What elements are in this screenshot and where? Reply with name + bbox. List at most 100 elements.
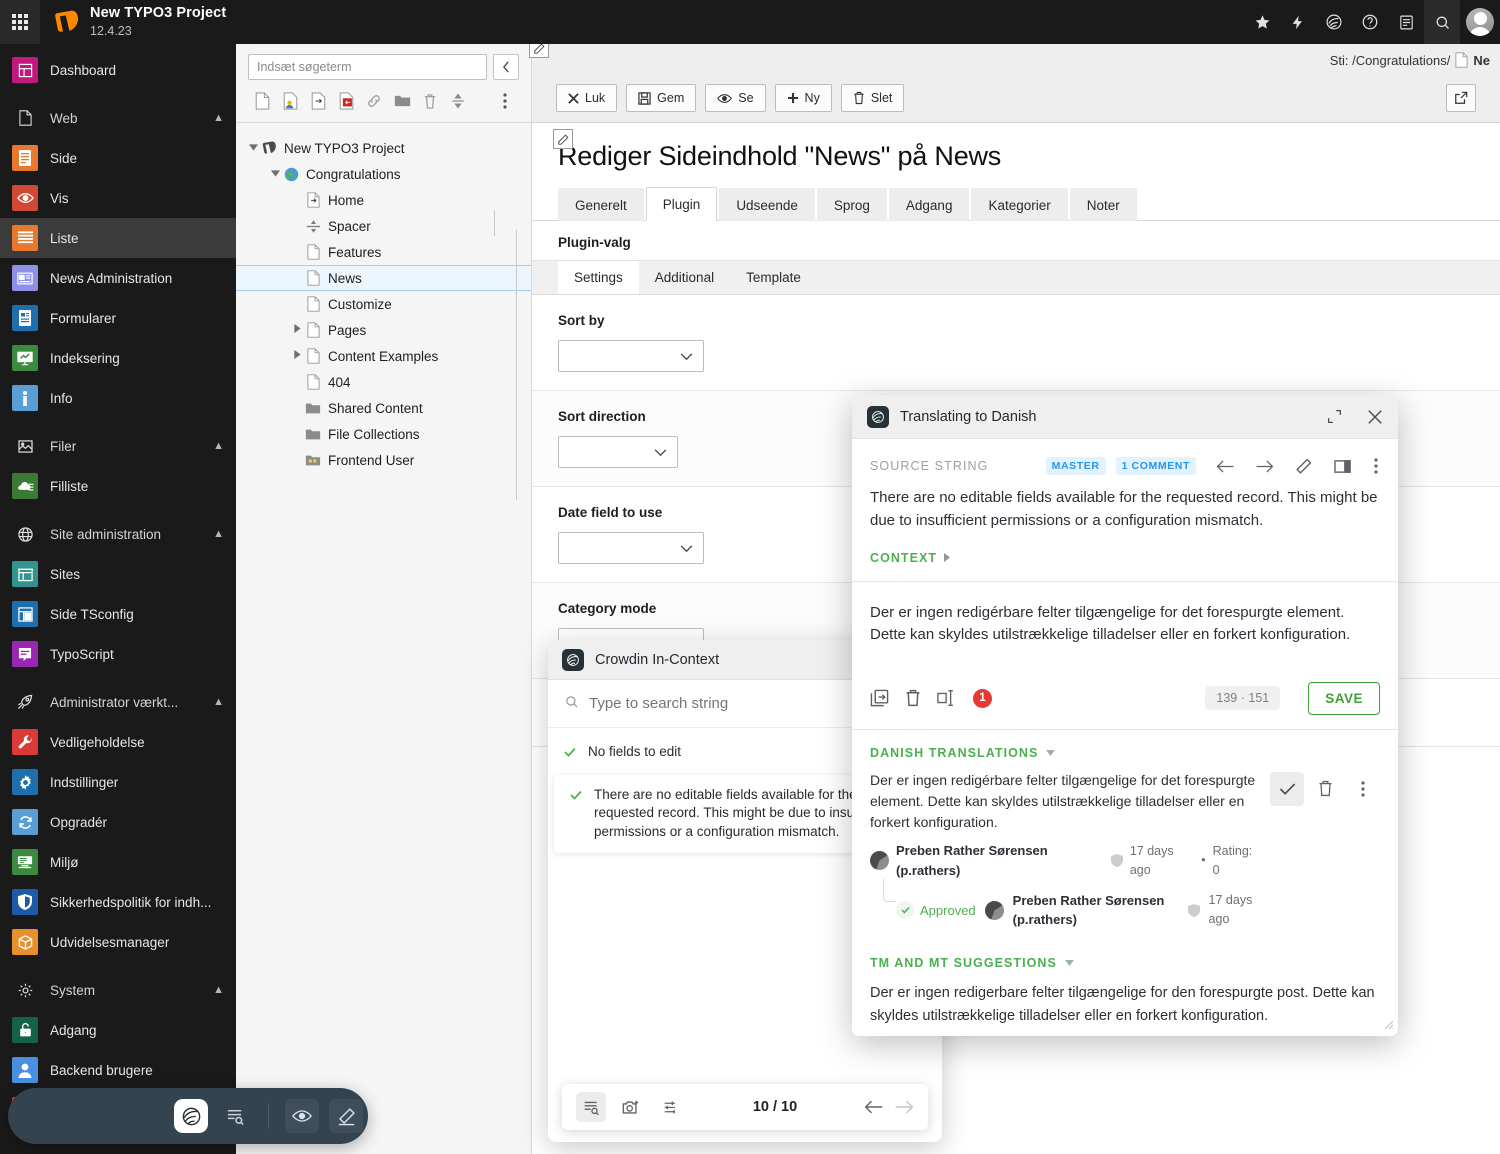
module-item-opgrad-r[interactable]: Opgradér [0,802,236,842]
add-screenshot-icon[interactable] [616,1092,646,1122]
link-page-icon[interactable] [360,88,388,114]
select-sort-by[interactable] [558,340,704,372]
tab-adgang[interactable]: Adgang [888,188,970,221]
split-view-icon[interactable] [1332,459,1353,474]
tree-node-news[interactable]: News [236,265,531,291]
new-page-with-user-icon[interactable] [276,88,304,114]
avatar[interactable] [1466,8,1494,36]
resize-grip[interactable] [1384,1020,1394,1033]
module-item-news-administration[interactable]: News Administration [0,258,236,298]
tree-node-home[interactable]: Home [236,187,531,213]
module-item-milj[interactable]: Miljø [0,842,236,882]
tab-generelt[interactable]: Generelt [558,188,644,221]
module-item-sites[interactable]: Sites [0,554,236,594]
save-translation-button[interactable]: SAVE [1308,681,1380,715]
plugin-tab-settings[interactable]: Settings [558,261,639,294]
arrow-right-icon[interactable] [1253,459,1276,474]
arrow-left-icon[interactable] [1214,459,1237,474]
new-page-icon[interactable] [248,88,276,114]
module-item-backend-brugere[interactable]: Backend brugere [0,1050,236,1090]
more-vertical-icon[interactable] [1346,772,1380,806]
more-vertical-icon[interactable] [1372,458,1380,474]
prev-string-button[interactable] [864,1099,884,1115]
module-item-dashboard[interactable]: Dashboard [0,50,236,90]
tab-sprog[interactable]: Sprog [816,188,887,221]
save-button[interactable]: Gem [626,84,697,112]
shortcut-page-icon[interactable] [304,88,332,114]
module-group-site-administration[interactable]: Site administration ▲ [0,514,236,554]
delete-button[interactable]: Slet [840,84,905,112]
select-sort-direction[interactable] [558,436,678,468]
module-item-side[interactable]: Side [0,138,236,178]
inline-edit-pencil-icon[interactable] [553,129,573,149]
string-list-icon[interactable] [218,1099,252,1133]
brand[interactable]: New TYPO3 Project 12.4.23 [40,0,226,44]
bookmark-star-icon[interactable] [1244,0,1280,44]
context-toggle[interactable]: CONTEXT [852,533,1398,581]
crowdin-logo-icon[interactable] [174,1099,208,1133]
open-in-new-icon[interactable] [1446,84,1476,112]
delete-translation-button[interactable] [1308,772,1342,806]
module-item-typoscript[interactable]: TypoScript [0,634,236,674]
tree-node-customize[interactable]: Customize [236,291,531,317]
tree-node-shared-content[interactable]: Shared Content [236,395,531,421]
module-item-vis[interactable]: Vis [0,178,236,218]
close-icon[interactable] [1367,409,1383,425]
module-item-info[interactable]: Info [0,378,236,418]
tree-toggle-icon[interactable] [290,350,304,362]
module-menu-toggle[interactable] [0,0,40,44]
settings-sliders-icon[interactable] [656,1092,686,1122]
plugin-tab-additional[interactable]: Additional [639,261,730,294]
module-item-sikkerhedspolitik-for-indh[interactable]: Sikkerhedspolitik for indh... [0,882,236,922]
new-button[interactable]: Ny [774,84,832,112]
plugin-tab-template[interactable]: Template [730,261,817,294]
search-icon[interactable] [1424,0,1460,44]
tree-node-spacer[interactable]: Spacer [236,213,531,239]
tree-node-content-examples[interactable]: Content Examples [236,343,531,369]
tree-node-pages[interactable]: Pages [236,317,531,343]
more-options-icon[interactable] [491,88,519,114]
tree-toggle-icon[interactable] [290,324,304,336]
view-button[interactable]: Se [705,84,766,112]
module-item-formularer[interactable]: Formularer [0,298,236,338]
clipboard-list-icon[interactable] [1388,0,1424,44]
branch-chip[interactable]: MASTER [1045,457,1106,475]
tree-node-features[interactable]: Features [236,239,531,265]
module-item-side-tsconfig[interactable]: Side TSconfig [0,594,236,634]
approve-translation-button[interactable] [1270,771,1304,806]
comment-count-badge[interactable]: 1 [973,688,992,708]
recycler-icon[interactable] [416,88,444,114]
tab-noter[interactable]: Noter [1069,188,1137,221]
folder-icon[interactable] [388,88,416,114]
spacer-icon[interactable] [444,88,472,114]
tree-node-congratulations[interactable]: Congratulations [236,161,531,187]
tree-node-file-collections[interactable]: File Collections [236,421,531,447]
tm-mt-suggestions-heading[interactable]: TM AND MT SUGGESTIONS [852,930,1398,980]
tree-search-input[interactable] [248,54,487,80]
crowdin-icon[interactable] [1316,0,1352,44]
flash-icon[interactable] [1280,0,1316,44]
help-icon[interactable] [1352,0,1388,44]
tree-toggle-icon[interactable] [246,143,260,154]
translation-input[interactable]: Der er ingen redigérbare felter tilgænge… [852,582,1398,674]
module-item-filliste[interactable]: Filliste [0,466,236,506]
tree-node-new-typo3-project[interactable]: New TYPO3 Project [236,135,531,161]
tree-toggle-icon[interactable] [268,169,282,180]
string-list-icon[interactable] [576,1092,606,1122]
module-group-web[interactable]: Web ▲ [0,98,236,138]
tree-node-frontend-user[interactable]: Frontend User [236,447,531,473]
expand-icon[interactable] [1327,409,1342,424]
tab-plugin[interactable]: Plugin [645,187,718,221]
module-item-udvidelsesmanager[interactable]: Udvidelsesmanager [0,922,236,962]
module-group-administrator-v-rkt[interactable]: Administrator værkt... ▲ [0,682,236,722]
tree-node-404[interactable]: 404 [236,369,531,395]
module-item-adgang[interactable]: Adgang [0,1010,236,1050]
select-date-field-to-use[interactable] [558,532,704,564]
module-item-liste[interactable]: Liste [0,218,236,258]
close-button[interactable]: Luk [556,84,618,112]
highlight-pen-icon[interactable] [329,1099,363,1133]
tree-collapse-button[interactable] [493,54,519,80]
tab-udseende[interactable]: Udseende [719,188,815,221]
module-group-filer[interactable]: Filer ▲ [0,426,236,466]
module-group-system[interactable]: System ▲ [0,970,236,1010]
